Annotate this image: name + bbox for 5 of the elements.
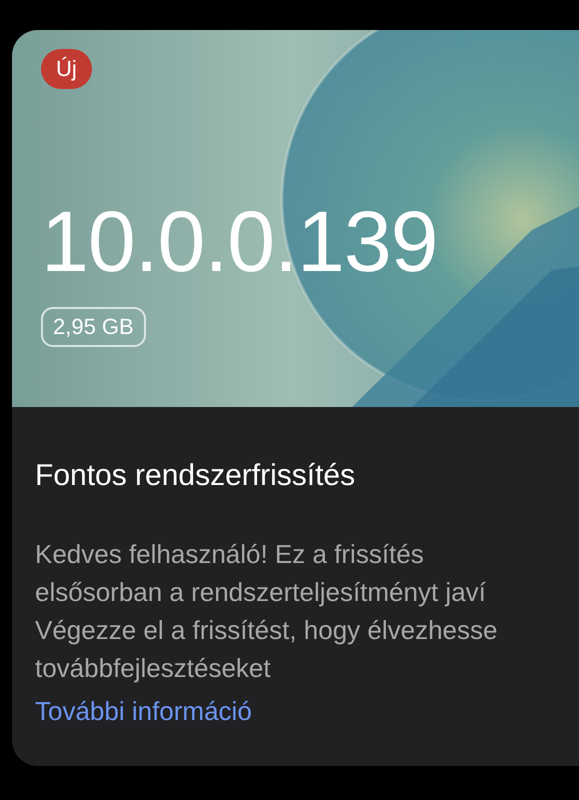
update-description: Kedves felhasználó! Ez a frissítés elsősorban a rendszerteljesítményt javí Végezze el a frissítést, hogy élvezhesse továbbfejlesztéseket (35, 538, 498, 685)
update-title: Fontos rendszerfrissítés (35, 458, 356, 494)
version-number: 10.0.0.139 (41, 199, 438, 285)
more-info-link[interactable]: További információ (35, 692, 252, 730)
size-badge: 2,95 GB (41, 307, 146, 347)
